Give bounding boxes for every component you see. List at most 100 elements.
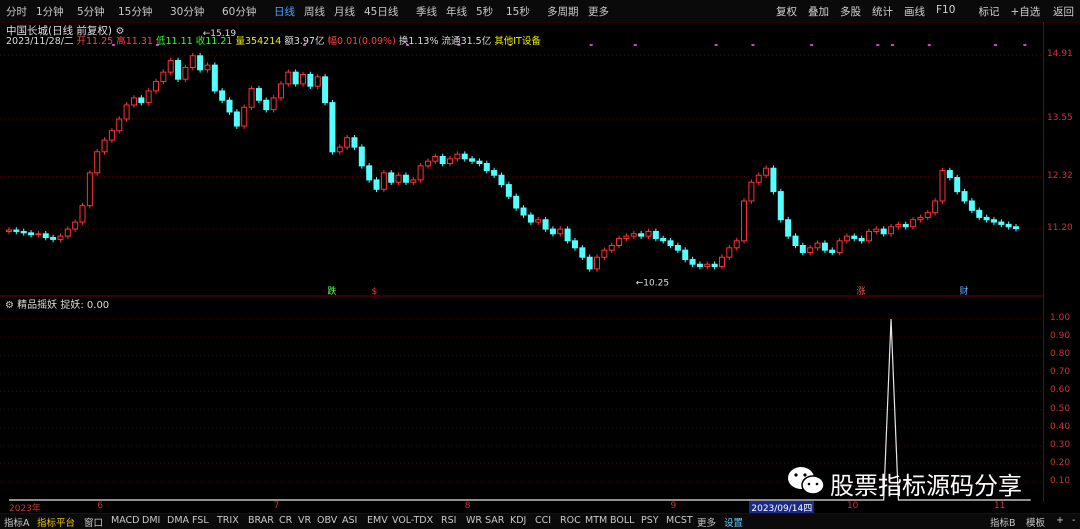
indicator-settings-icon[interactable]: ⚙ (5, 300, 14, 311)
toolbar-button-2[interactable]: 多股 (840, 4, 861, 19)
timeframe-tab-1[interactable]: 1分钟 (36, 4, 64, 19)
signal-dot-6 (589, 44, 593, 46)
candle-body (594, 256, 601, 270)
candle-body (990, 219, 997, 223)
candle-body (233, 111, 240, 127)
candle-body (961, 191, 968, 202)
indicator-tab-16[interactable]: WR (466, 515, 482, 526)
indicator-tab-0[interactable]: 指标A (4, 515, 30, 529)
candle-body (542, 219, 549, 230)
candle-body (380, 172, 387, 190)
candle-87 (645, 228, 652, 239)
candlestick-series (6, 52, 1019, 272)
timeframe-tab-11[interactable]: 年线 (446, 4, 467, 19)
indicator-tab-11[interactable]: OBV (317, 515, 337, 526)
candle-53 (395, 172, 402, 186)
candle-body (35, 233, 42, 236)
indicator-tab-24[interactable]: MCST (666, 515, 693, 526)
toolbar-button-8[interactable]: 返回 (1053, 4, 1074, 19)
indicator-tab-20[interactable]: ROC (560, 515, 581, 526)
timeframe-tab-6[interactable]: 日线 (274, 4, 295, 19)
timeframe-tab-5[interactable]: 60分钟 (222, 4, 256, 19)
timeframe-tab-8[interactable]: 月线 (334, 4, 355, 19)
toolbar-button-6[interactable]: 标记 (979, 4, 1000, 19)
timeframe-tab-14[interactable]: 多周期 (547, 4, 579, 19)
toolbar-button-4[interactable]: 画线 (904, 4, 925, 19)
toolbar-button-0[interactable]: 复权 (776, 4, 797, 19)
timeframe-tab-3[interactable]: 15分钟 (118, 4, 152, 19)
indicator-tab-2[interactable]: 窗口 (84, 515, 103, 529)
indicator-tab-26[interactable]: 设置 (724, 515, 743, 529)
candle-76 (564, 226, 571, 244)
toolbar-button-3[interactable]: 统计 (872, 4, 893, 19)
indicator-tab-10[interactable]: VR (298, 515, 311, 526)
candle-121 (895, 221, 902, 230)
indicator-tab-25[interactable]: 更多 (697, 515, 716, 529)
candle-132 (976, 207, 983, 221)
sector-label[interactable]: 其他IT设备 (494, 36, 541, 47)
chart-area[interactable]: ←15.19←10.25跌 $ 涨财 (0, 22, 1044, 502)
indicator-tick-2: 0.80 (1050, 349, 1071, 360)
timeframe-tab-4[interactable]: 30分钟 (170, 4, 204, 19)
timeframe-tab-12[interactable]: 5秒 (476, 4, 493, 19)
indicator-tab-9[interactable]: CR (279, 515, 292, 526)
candle-36 (270, 95, 277, 113)
indicator-tab-14[interactable]: VOL-TDX (392, 515, 433, 526)
candle-40 (300, 71, 307, 87)
indicator-tab-15[interactable]: RSI (441, 515, 456, 526)
watermark-text: 股票指标源码分享 (830, 472, 1022, 500)
candle-body (94, 151, 101, 174)
indicator-tab-3[interactable]: MACD (111, 515, 139, 526)
indicator-tab-22[interactable]: BOLL (610, 515, 634, 526)
indicator-param-label: 捉妖: (60, 300, 84, 311)
candle-15 (116, 116, 123, 134)
indicator-tab-18[interactable]: KDJ (510, 515, 526, 526)
signal-marker-3: $ (372, 287, 378, 297)
indicator-tab-12[interactable]: ASI (342, 515, 357, 526)
candle-54 (402, 172, 409, 186)
signal-marker-4: 涨 (857, 286, 866, 297)
open-value: 11.25 (86, 36, 114, 47)
indicator-tab-1[interactable]: 指标平台 (37, 515, 75, 529)
bottom-right-button-3[interactable]: 指标B (990, 515, 1016, 529)
candle-19 (145, 88, 152, 106)
candle-body (241, 106, 248, 127)
timeframe-tab-2[interactable]: 5分钟 (77, 4, 105, 19)
indicator-tab-5[interactable]: DMA (167, 515, 189, 526)
candle-134 (990, 216, 997, 225)
indicator-tab-23[interactable]: PSY (641, 515, 659, 526)
indicator-tab-8[interactable]: BRAR (248, 515, 274, 526)
candle-body (101, 139, 108, 153)
candle-120 (888, 223, 895, 237)
candle-97 (718, 254, 725, 270)
timeframe-tab-9[interactable]: 45日线 (364, 4, 398, 19)
candle-72 (535, 216, 542, 225)
candle-body (138, 97, 145, 104)
indicator-tab-13[interactable]: EMV (367, 515, 388, 526)
indicator-tab-6[interactable]: FSL (192, 515, 209, 526)
toolbar-button-1[interactable]: 叠加 (808, 4, 829, 19)
indicator-tab-7[interactable]: TRIX (217, 515, 239, 526)
timeframe-tab-10[interactable]: 季线 (416, 4, 437, 19)
candle-110 (814, 240, 821, 251)
timeframe-tab-0[interactable]: 分时 (6, 4, 27, 19)
candle-109 (807, 245, 814, 256)
timeframe-tab-7[interactable]: 周线 (304, 4, 325, 19)
indicator-tab-17[interactable]: SAR (485, 515, 504, 526)
toolbar-button-7[interactable]: +自选 (1011, 4, 1041, 19)
indicator-tab-4[interactable]: DMI (142, 515, 160, 526)
bottom-right-button-0[interactable]: - (1072, 515, 1075, 526)
candle-body (902, 223, 909, 228)
candle-131 (968, 198, 975, 214)
toolbar-button-5[interactable]: F10 (936, 4, 955, 16)
signal-dot-9 (751, 44, 755, 46)
indicator-tab-19[interactable]: CCI (535, 515, 551, 526)
candle-body (785, 219, 792, 237)
candle-body (13, 229, 20, 232)
candle-12 (94, 148, 101, 176)
timeframe-tab-13[interactable]: 15秒 (506, 4, 530, 19)
bottom-right-button-1[interactable]: + (1056, 515, 1064, 526)
bottom-right-button-2[interactable]: 模板 (1026, 515, 1045, 529)
indicator-tab-21[interactable]: MTM (585, 515, 607, 526)
timeframe-tab-15[interactable]: 更多 (588, 4, 609, 19)
